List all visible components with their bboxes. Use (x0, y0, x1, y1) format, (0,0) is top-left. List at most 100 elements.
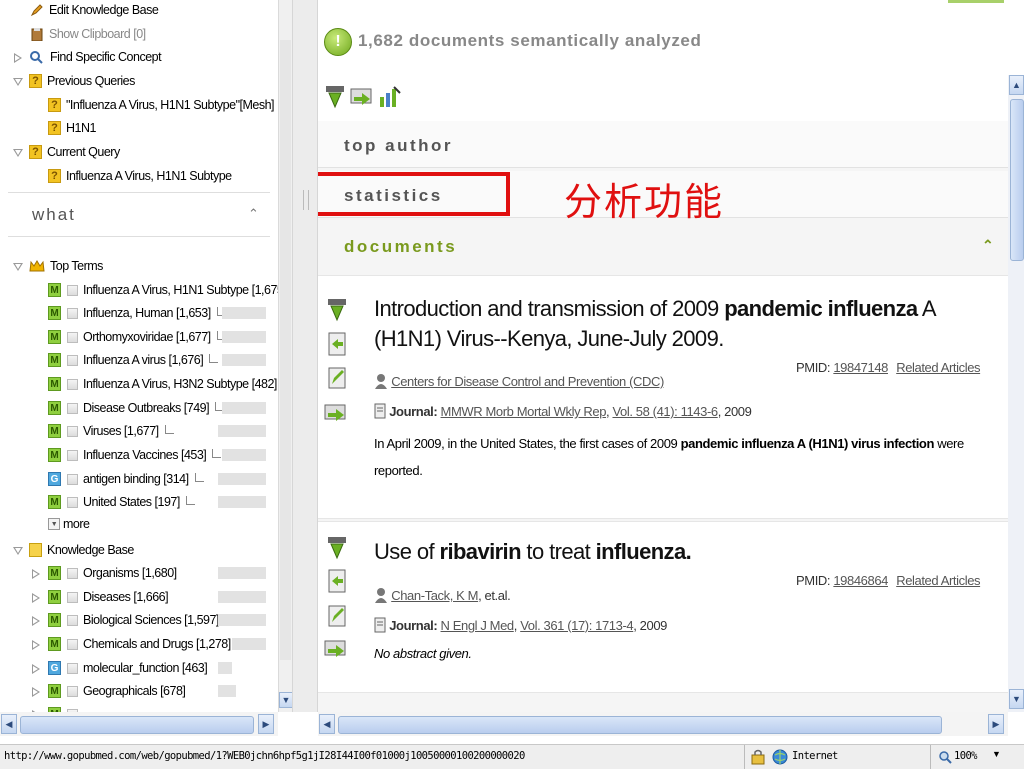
kb-row-partial[interactable]: M (31, 704, 78, 712)
edit-note-icon[interactable] (326, 604, 348, 628)
scroll-right-button[interactable]: ▶ (258, 714, 274, 734)
journal-link[interactable]: MMWR Morb Mortal Wkly Rep (441, 404, 607, 419)
term-row[interactable]: M Influenza A Virus, H3N2 Subtype [482] (48, 374, 277, 394)
panel-splitter[interactable] (292, 0, 318, 712)
document-title[interactable]: Use of ribavirin to treat influenza. (374, 537, 692, 567)
volume-link[interactable]: Vol. 361 (17): 1713-4 (520, 618, 633, 633)
zoom-level[interactable]: 100% (954, 750, 977, 762)
clipboard-add-icon[interactable] (326, 331, 348, 357)
collapse-arrow-icon[interactable] (13, 546, 23, 555)
expand-arrow-icon[interactable] (31, 592, 40, 603)
top-terms-item[interactable]: Top Terms (13, 256, 103, 276)
scroll-thumb[interactable] (20, 716, 254, 734)
scroll-thumb[interactable] (338, 716, 942, 734)
collapse-arrow-icon[interactable] (13, 148, 23, 157)
expand-arrow-icon[interactable] (31, 639, 40, 650)
term-checkbox[interactable] (67, 331, 78, 343)
expand-arrow-icon[interactable] (31, 615, 40, 626)
more-link[interactable]: ▼ more (48, 514, 90, 534)
term-checkbox[interactable] (67, 378, 78, 390)
download-arrow-icon[interactable] (326, 298, 348, 322)
term-row[interactable]: M Influenza A virus [1,676] (48, 350, 219, 370)
term-checkbox[interactable] (67, 496, 78, 508)
expand-arrow-icon[interactable] (31, 686, 40, 697)
term-row[interactable]: M Influenza, Human [1,653] (48, 303, 226, 323)
term-checkbox[interactable] (67, 402, 78, 414)
previous-query-item[interactable]: ? H1N1 (48, 118, 96, 138)
scroll-right-button[interactable]: ▶ (988, 714, 1004, 734)
show-clipboard-item[interactable]: Show Clipboard [0] (30, 24, 146, 44)
author-link[interactable]: Centers for Disease Control and Preventi… (391, 374, 664, 389)
term-row[interactable]: Gantigen binding [314] (48, 469, 204, 489)
expand-arrow-icon[interactable] (31, 568, 40, 579)
expand-arrow-icon[interactable] (31, 663, 40, 674)
kb-row[interactable]: M Geographicals [678] (31, 681, 186, 701)
kb-checkbox[interactable] (67, 685, 78, 697)
term-checkbox[interactable] (67, 473, 78, 485)
pmid-link[interactable]: 19846864 (833, 573, 888, 588)
documents-section[interactable]: documents ⌃ (318, 223, 1008, 267)
export-monitor-icon[interactable] (324, 639, 348, 661)
kb-checkbox[interactable] (67, 662, 78, 674)
term-checkbox[interactable] (67, 354, 78, 366)
collapse-chevrons-icon[interactable]: ⌃ (982, 237, 994, 254)
collapse-arrow-icon[interactable] (13, 262, 23, 271)
kb-checkbox[interactable] (67, 614, 78, 626)
term-row[interactable]: M Viruses [1,677] (48, 421, 174, 441)
left-horizontal-scrollbar[interactable]: ◀ ▶ (0, 712, 278, 736)
scroll-up-button[interactable]: ▲ (1009, 75, 1024, 95)
term-checkbox[interactable] (67, 307, 78, 319)
scroll-left-button[interactable]: ◀ (319, 714, 335, 734)
previous-query-item[interactable]: ? "Influenza A Virus, H1N1 Subtype"[Mesh… (48, 95, 275, 115)
volume-link[interactable]: Vol. 58 (41): 1143-6 (612, 404, 718, 419)
term-row[interactable]: M Disease Outbreaks [749] (48, 398, 225, 418)
related-articles-link[interactable]: Related Articles (896, 360, 980, 375)
term-checkbox[interactable] (67, 449, 78, 461)
kb-row[interactable]: M Chemicals and Drugs [1,278] (31, 634, 231, 654)
edit-kb-item[interactable]: Edit Knowledge Base (30, 0, 159, 20)
scroll-thumb[interactable] (1010, 99, 1024, 261)
edit-note-icon[interactable] (326, 366, 348, 390)
pmid-link[interactable]: 19847148 (833, 360, 888, 375)
zoom-dropdown-icon[interactable]: ▼ (992, 749, 1001, 759)
kb-checkbox[interactable] (67, 591, 78, 603)
clipboard-add-icon[interactable] (326, 568, 348, 594)
knowledge-base-item[interactable]: Knowledge Base (13, 540, 134, 560)
kb-checkbox[interactable] (67, 567, 78, 579)
top-author-section[interactable]: top author (318, 121, 1008, 168)
left-vertical-scrollbar[interactable]: ▼ (278, 0, 293, 712)
author-link[interactable]: Chan-Tack, K M (391, 588, 478, 603)
journal-link[interactable]: N Engl J Med (441, 618, 515, 633)
term-checkbox[interactable] (67, 425, 78, 437)
term-row[interactable]: M Influenza Vaccines [453] (48, 445, 222, 465)
security-lock-icon[interactable] (750, 749, 766, 765)
right-vertical-scrollbar[interactable]: ▲ ▼ (1008, 75, 1024, 712)
find-concept-item[interactable]: Find Specific Concept (13, 47, 162, 67)
kb-row[interactable]: M Diseases [1,666] (31, 587, 169, 607)
collapse-arrow-icon[interactable] (13, 77, 23, 86)
kb-row[interactable]: M Organisms [1,680] (31, 563, 177, 583)
right-horizontal-scrollbar[interactable]: ◀ ▶ (318, 712, 1008, 736)
statistics-chart-icon[interactable] (378, 85, 402, 109)
scroll-down-button[interactable]: ▼ (1009, 689, 1024, 709)
scroll-down-button[interactable]: ▼ (279, 692, 293, 708)
previous-queries-item[interactable]: ? Previous Queries (13, 71, 135, 91)
export-monitor-icon[interactable] (324, 403, 348, 425)
download-arrow-icon[interactable] (324, 85, 346, 109)
current-query-value[interactable]: ? Influenza A Virus, H1N1 Subtype (48, 166, 232, 186)
term-checkbox[interactable] (67, 284, 78, 296)
splitter-grip[interactable] (303, 190, 309, 210)
collapse-chevrons-icon[interactable]: ⌃ (248, 206, 259, 222)
expand-arrow-icon[interactable] (13, 52, 22, 63)
document-title[interactable]: Introduction and transmission of 2009 pa… (374, 294, 984, 354)
kb-row[interactable]: Gmolecular_function [463] (31, 658, 208, 678)
download-arrow-icon[interactable] (326, 536, 348, 560)
term-row[interactable]: M Influenza A Virus, H1N1 Subtype [1,675 (48, 280, 278, 300)
kb-checkbox[interactable] (67, 638, 78, 650)
related-articles-link[interactable]: Related Articles (896, 573, 980, 588)
export-monitor-icon[interactable] (350, 87, 374, 109)
scroll-track[interactable] (280, 40, 291, 660)
current-query-item[interactable]: ? Current Query (13, 142, 120, 162)
scroll-left-button[interactable]: ◀ (1, 714, 17, 734)
kb-row[interactable]: M Biological Sciences [1,597] (31, 610, 219, 630)
